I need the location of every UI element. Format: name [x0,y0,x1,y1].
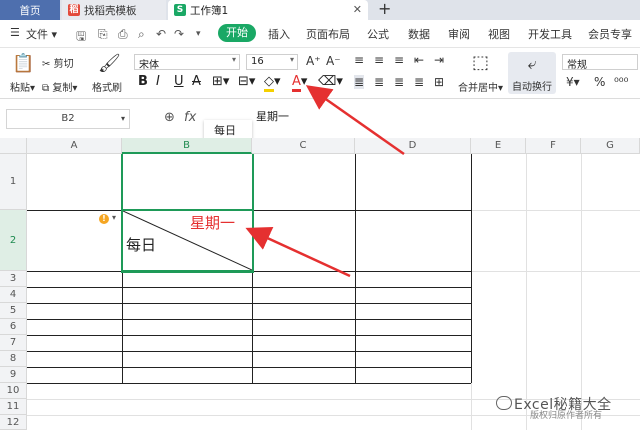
annotation-arrows [245,85,405,278]
wechat-logo-icon [496,396,512,410]
watermark-subtitle: 版权归原作者所有 [530,411,603,421]
